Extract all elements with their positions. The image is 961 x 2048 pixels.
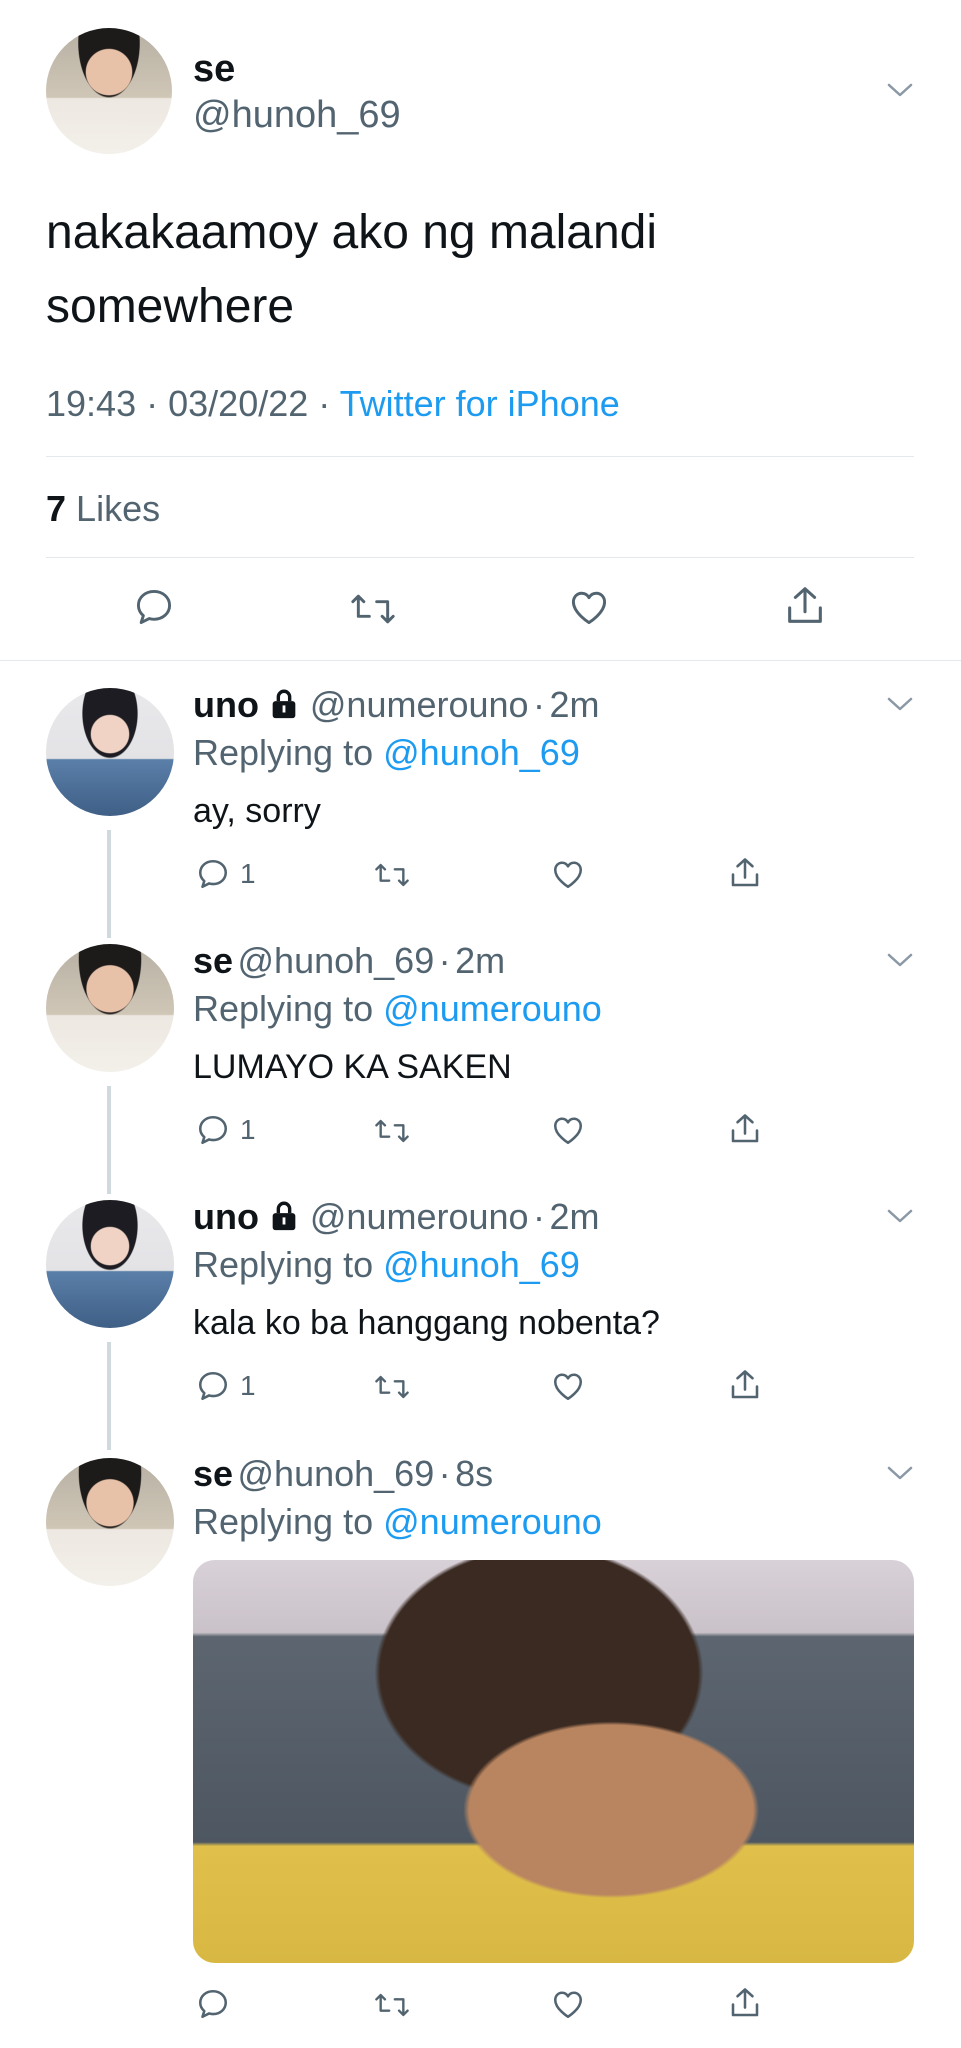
reply-header: se @hunoh_69 · 8s xyxy=(193,1453,494,1494)
replying-label: Replying to xyxy=(193,988,374,1029)
tweet-text-line: somewhere xyxy=(46,280,295,333)
heart-icon[interactable] xyxy=(566,585,612,629)
reply-icon[interactable] xyxy=(195,1986,231,2022)
tweet-meta: 19:43 · 03/20/22 · Twitter for iPhone xyxy=(46,383,620,425)
divider xyxy=(46,557,914,558)
replying-label: Replying to xyxy=(193,1244,374,1285)
replying-to-link[interactable]: @hunoh_69 xyxy=(383,1244,580,1285)
share-icon[interactable] xyxy=(727,1984,763,2022)
share-icon[interactable] xyxy=(727,854,763,892)
avatar[interactable] xyxy=(46,1458,174,1586)
avatar[interactable] xyxy=(46,688,174,816)
display-name[interactable]: uno xyxy=(193,1196,259,1237)
retweet-icon[interactable] xyxy=(372,1988,412,2022)
reply-icon[interactable] xyxy=(132,585,176,629)
reply-header: uno @numerouno · 2m xyxy=(193,684,600,725)
tweet-source-link[interactable]: Twitter for iPhone xyxy=(340,383,620,424)
reply-header: uno @numerouno · 2m xyxy=(193,1196,600,1237)
heart-icon[interactable] xyxy=(550,1368,586,1404)
display-name[interactable]: se xyxy=(193,48,235,91)
heart-icon[interactable] xyxy=(550,1112,586,1148)
lock-icon xyxy=(273,689,296,719)
reply-icon[interactable] xyxy=(195,1368,231,1404)
tweet-text: kala ko ba hanggang nobenta? xyxy=(193,1304,660,1342)
thread-line xyxy=(107,830,111,938)
tweet-time: 19:43 xyxy=(46,383,137,424)
chevron-down-icon[interactable] xyxy=(886,1206,914,1226)
tweet-text: LUMAYO KA SAKEN xyxy=(193,1048,512,1086)
reply-count: 1 xyxy=(240,1370,256,1401)
reply-header: se @hunoh_69 · 2m xyxy=(193,940,506,981)
replying-to-link[interactable]: @hunoh_69 xyxy=(383,732,580,773)
thread-line xyxy=(107,1342,111,1450)
avatar[interactable] xyxy=(46,28,172,154)
replying-to: Replying to @hunoh_69 xyxy=(193,1244,580,1286)
handle[interactable]: @hunoh_69 xyxy=(193,94,401,137)
reply-count: 1 xyxy=(240,858,256,889)
display-name[interactable]: uno xyxy=(193,684,259,725)
separator: · xyxy=(146,383,159,424)
tweet-text-line: nakakaamoy ako ng malandi xyxy=(46,206,658,259)
chevron-down-icon[interactable] xyxy=(886,694,914,714)
retweet-icon[interactable] xyxy=(372,1370,412,1404)
retweet-icon[interactable] xyxy=(372,858,412,892)
replying-to: Replying to @numerouno xyxy=(193,988,602,1030)
retweet-icon[interactable] xyxy=(348,587,398,631)
timestamp[interactable]: 2m xyxy=(549,684,599,725)
retweet-icon[interactable] xyxy=(372,1114,412,1148)
reply-count: 1 xyxy=(240,1114,256,1145)
replying-label: Replying to xyxy=(193,732,374,773)
replying-to-link[interactable]: @numerouno xyxy=(383,988,602,1029)
tweet-text: ay, sorry xyxy=(193,792,321,830)
heart-icon[interactable] xyxy=(550,1986,586,2022)
tweet-date: 03/20/22 xyxy=(168,383,309,424)
likes-label: Likes xyxy=(76,488,161,529)
share-icon[interactable] xyxy=(782,583,828,629)
timestamp[interactable]: 2m xyxy=(549,1196,599,1237)
likes-count: 7 xyxy=(46,488,67,529)
divider xyxy=(0,660,961,661)
replying-to: Replying to @hunoh_69 xyxy=(193,732,580,774)
handle[interactable]: @numerouno xyxy=(310,684,529,725)
display-name[interactable]: se xyxy=(193,940,233,981)
replying-label: Replying to xyxy=(193,1501,374,1542)
handle[interactable]: @numerouno xyxy=(310,1196,529,1237)
timestamp[interactable]: 8s xyxy=(455,1453,493,1494)
share-icon[interactable] xyxy=(727,1110,763,1148)
replying-to-link[interactable]: @numerouno xyxy=(383,1501,602,1542)
avatar[interactable] xyxy=(46,944,174,1072)
divider xyxy=(46,456,914,457)
reply-icon[interactable] xyxy=(195,856,231,892)
chevron-down-icon[interactable] xyxy=(886,950,914,970)
thread-line xyxy=(107,1086,111,1194)
likes-summary[interactable]: 7 Likes xyxy=(46,488,160,530)
display-name[interactable]: se xyxy=(193,1453,233,1494)
lock-icon xyxy=(273,1201,296,1231)
timestamp[interactable]: 2m xyxy=(455,940,505,981)
chevron-down-icon[interactable] xyxy=(886,1463,914,1483)
avatar[interactable] xyxy=(46,1200,174,1328)
share-icon[interactable] xyxy=(727,1366,763,1404)
separator: · xyxy=(318,383,331,424)
tweet-text: nakakaamoy ako ng malandi somewhere xyxy=(46,196,657,344)
handle[interactable]: @hunoh_69 xyxy=(238,940,435,981)
reply-icon[interactable] xyxy=(195,1112,231,1148)
heart-icon[interactable] xyxy=(550,856,586,892)
handle[interactable]: @hunoh_69 xyxy=(238,1453,435,1494)
tweet-media-image[interactable] xyxy=(193,1560,914,1963)
replying-to: Replying to @numerouno xyxy=(193,1501,602,1543)
chevron-down-icon[interactable] xyxy=(886,80,914,100)
